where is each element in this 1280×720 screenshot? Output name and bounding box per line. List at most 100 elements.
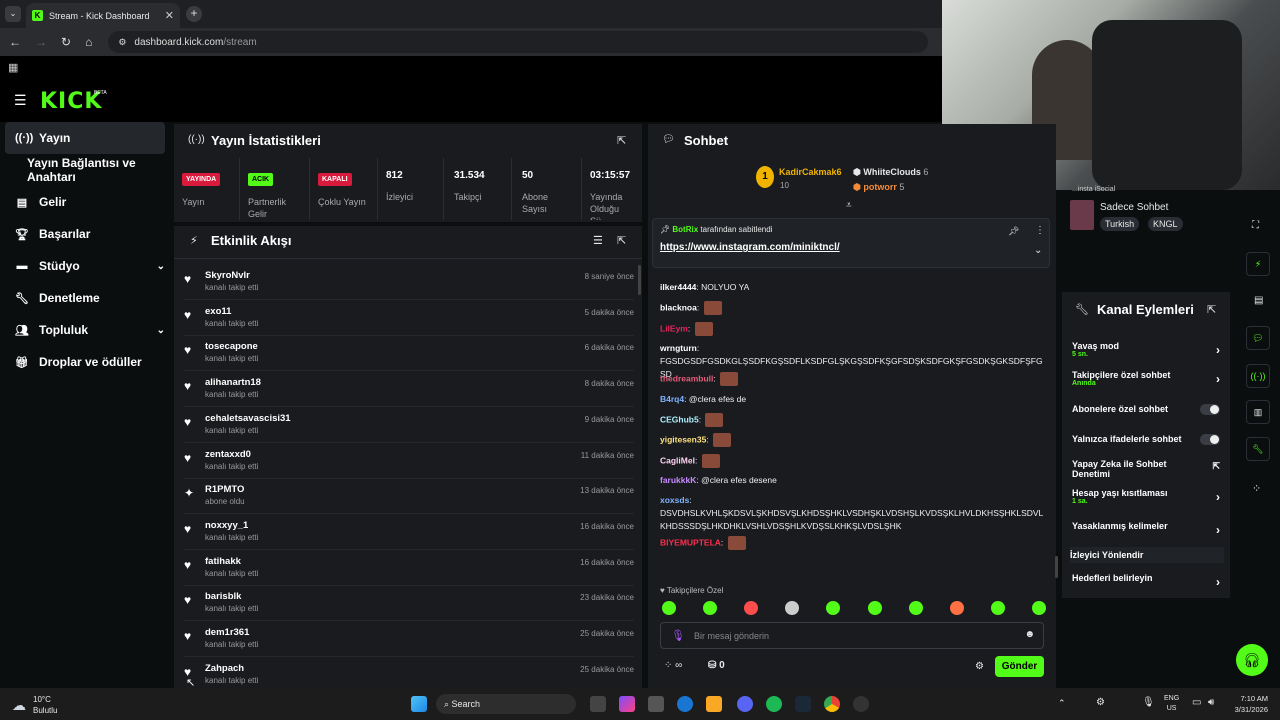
chat-username[interactable]: LilEym bbox=[660, 323, 688, 333]
edge-icon[interactable] bbox=[677, 696, 693, 712]
forward-icon[interactable]: → bbox=[35, 35, 47, 49]
steam-tray-icon[interactable]: ⚙ bbox=[1096, 697, 1105, 708]
sidebar-item-denetleme[interactable]: 🔧︎ Denetleme bbox=[5, 282, 165, 314]
menu-icon[interactable]: ☰ bbox=[14, 92, 27, 109]
emote-icon[interactable] bbox=[990, 601, 1005, 615]
lightning-dock-icon[interactable]: ⚡︎ bbox=[1246, 252, 1270, 276]
activity-item[interactable]: ♥ cehaletsavascisi31 kanalı takip etti 9… bbox=[184, 408, 634, 443]
app-icon[interactable] bbox=[853, 696, 869, 712]
toggle-switch[interactable] bbox=[1200, 404, 1220, 415]
chat-username[interactable]: blacknoa bbox=[660, 302, 697, 312]
activity-username[interactable]: SkyroNvlr bbox=[205, 270, 250, 281]
close-tab-icon[interactable]: ✕ bbox=[165, 9, 174, 22]
emote-icon[interactable] bbox=[662, 601, 676, 615]
chat-username[interactable]: xoxsds bbox=[660, 495, 689, 505]
chat-username[interactable]: CagliMel bbox=[660, 455, 695, 465]
language-indicator[interactable]: ENG US bbox=[1164, 694, 1179, 714]
reload-icon[interactable]: ↻ bbox=[61, 35, 71, 49]
activity-scrollbar[interactable] bbox=[638, 265, 641, 295]
activity-item[interactable]: ♥ SkyroNvlr kanalı takip etti 8 saniye ö… bbox=[184, 265, 634, 300]
activity-username[interactable]: R1PMTO bbox=[205, 484, 244, 495]
channel-action-item[interactable]: Hedefleri belirleyin › bbox=[1072, 573, 1224, 589]
channel-action-item[interactable]: İzleyici Yönlendir bbox=[1070, 547, 1224, 563]
tag-pill[interactable]: Turkish bbox=[1100, 217, 1140, 231]
chat-username[interactable]: yigitesen35 bbox=[660, 434, 706, 444]
sidebar-item-yayin[interactable]: ((·)) Yayın bbox=[5, 122, 165, 154]
broadcast-dock-icon[interactable]: ((·)) bbox=[1246, 364, 1270, 388]
activity-item[interactable]: ♥ dem1r361 kanalı takip etti 25 dakika ö… bbox=[184, 622, 634, 657]
sidebar-item-studyo[interactable]: ▬ Stüdyo ⌄ bbox=[5, 250, 166, 282]
pinned-link[interactable]: https://www.instagram.com/miniktncl/ bbox=[660, 242, 840, 253]
expand-icon[interactable]: ⛶ bbox=[1252, 220, 1259, 231]
toggle-switch[interactable] bbox=[1200, 434, 1220, 445]
new-tab-button[interactable]: + bbox=[186, 6, 202, 22]
back-icon[interactable]: ← bbox=[9, 35, 21, 49]
activity-username[interactable]: barisblk bbox=[205, 591, 241, 602]
sidebar-item-gelir[interactable]: ▤ Gelir bbox=[5, 186, 165, 218]
points-icon[interactable]: ⛁ 0 bbox=[708, 660, 725, 671]
chat-username[interactable]: CEGhub5 bbox=[660, 414, 699, 424]
activity-username[interactable]: zentaxxd0 bbox=[205, 449, 251, 460]
emote-icon[interactable] bbox=[703, 601, 718, 615]
sidebar-item-stream-key[interactable]: Yayın Bağlantısı ve Anahtarı bbox=[5, 154, 165, 186]
activity-username[interactable]: exo11 bbox=[205, 306, 231, 317]
document-icon[interactable]: ▤ bbox=[1254, 295, 1263, 306]
activity-item[interactable]: ♥ tosecapone kanalı takip etti 6 dakika … bbox=[184, 336, 634, 372]
apps-grid-icon[interactable]: ▦ bbox=[8, 61, 18, 74]
mic-icon[interactable]: 🎙︎ bbox=[671, 629, 685, 642]
windows-start-icon[interactable] bbox=[411, 696, 427, 712]
tab-search-icon[interactable]: ⌄ bbox=[5, 6, 21, 22]
chat-username[interactable]: farukkkK bbox=[660, 475, 696, 485]
copilot-icon[interactable] bbox=[619, 696, 635, 712]
activity-item[interactable]: ♥ fatihakk kanalı takip etti 16 dakika ö… bbox=[184, 551, 634, 586]
sidebar-item-droplar[interactable]: 🎁︎ Droplar ve ödüller bbox=[5, 346, 165, 378]
users-dock-icon[interactable]: ⁘ bbox=[1252, 482, 1261, 495]
chat-input[interactable]: 🎙︎ Bir mesaj gönderin ☻ bbox=[660, 622, 1044, 649]
activity-item[interactable]: ♥ exo11 kanalı takip etti 5 dakika önce bbox=[184, 301, 634, 336]
popout-icon[interactable]: ⇱ bbox=[1207, 303, 1216, 316]
store-icon[interactable] bbox=[648, 696, 664, 712]
filter-down-icon[interactable]: ⩡ bbox=[846, 200, 852, 211]
channel-action-item[interactable]: Takipçilere özel sohbet Anında › bbox=[1072, 370, 1224, 387]
activity-item[interactable]: ♥ noxxyy_1 kanalı takip etti 16 dakika ö… bbox=[184, 515, 634, 550]
task-view-icon[interactable] bbox=[590, 696, 606, 712]
emoji-icon[interactable]: ☻ bbox=[1024, 629, 1035, 640]
emote-icon[interactable] bbox=[744, 601, 759, 615]
mic-tray-icon[interactable]: 🎙︎ bbox=[1142, 697, 1155, 708]
stats-dock-icon[interactable]: ▥ bbox=[1246, 400, 1270, 424]
chat-username[interactable]: ilker4444 bbox=[660, 282, 696, 292]
site-info-icon[interactable]: ⚙ bbox=[118, 37, 126, 48]
channel-action-item[interactable]: Yavaş mod 5 sn. › bbox=[1072, 341, 1224, 358]
weather-widget[interactable]: 10°C Bulutlu bbox=[33, 694, 57, 716]
more-icon[interactable]: ⋮ bbox=[1035, 225, 1045, 236]
discord-icon[interactable] bbox=[737, 696, 753, 712]
chat-username[interactable]: wrngturn bbox=[660, 343, 697, 353]
chevron-down-icon[interactable]: ⌄ bbox=[1034, 245, 1042, 256]
activity-username[interactable]: dem1r361 bbox=[205, 627, 249, 638]
gear-icon[interactable]: ⚙ bbox=[975, 661, 984, 672]
spotify-icon[interactable] bbox=[766, 696, 782, 712]
channel-action-item[interactable]: Yasaklanmış kelimeler › bbox=[1072, 521, 1224, 537]
category-thumbnail[interactable] bbox=[1070, 200, 1094, 230]
volume-icon[interactable]: 🔊︎ bbox=[1208, 697, 1214, 708]
unpin-icon[interactable]: 📌︎ bbox=[1008, 226, 1019, 237]
activity-username[interactable]: fatihakk bbox=[205, 556, 241, 567]
activity-item[interactable]: ♥ alihanartn18 kanalı takip etti 8 dakik… bbox=[184, 372, 634, 408]
activity-username[interactable]: noxxyy_1 bbox=[205, 520, 248, 531]
home-icon[interactable]: ⌂ bbox=[85, 35, 92, 49]
activity-username[interactable]: Zahpach bbox=[205, 663, 244, 674]
channel-action-item[interactable]: Yapay Zeka ile Sohbet Denetimi ⇱ bbox=[1072, 459, 1224, 479]
popout-icon[interactable]: ⇱ bbox=[617, 134, 626, 147]
chat-dock-icon[interactable]: 💬︎ bbox=[1246, 326, 1270, 350]
wrench-dock-icon[interactable]: 🔧︎ bbox=[1246, 437, 1270, 461]
network-icon[interactable]: ▭ bbox=[1192, 697, 1201, 708]
channel-action-item[interactable]: Yalnızca ifadelerle sohbet bbox=[1072, 434, 1224, 445]
category-title[interactable]: Sadece Sohbet bbox=[1100, 202, 1168, 213]
popout-icon[interactable]: ⇱ bbox=[617, 234, 626, 247]
activity-item[interactable]: ♥ barisblk kanalı takip etti 23 dakika ö… bbox=[184, 586, 634, 622]
activity-username[interactable]: cehaletsavascisi31 bbox=[205, 413, 291, 424]
tag-pill[interactable]: KNGL bbox=[1148, 217, 1183, 231]
emote-icon[interactable] bbox=[949, 601, 964, 615]
send-button[interactable]: Gönder bbox=[995, 656, 1044, 677]
help-button[interactable]: 🎧︎ bbox=[1236, 644, 1268, 676]
